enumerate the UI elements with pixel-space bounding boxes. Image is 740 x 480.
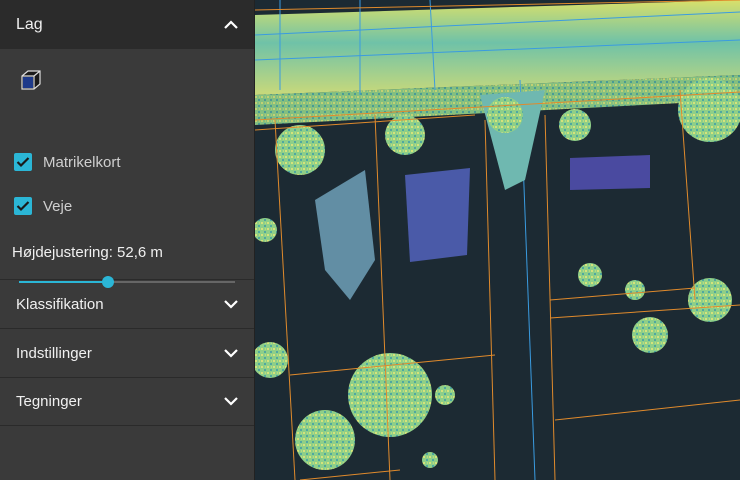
roof-house-right (570, 155, 650, 190)
roof-house-center (405, 168, 470, 262)
veje-checkbox[interactable] (14, 197, 32, 215)
section-label: Klassifikation (16, 295, 104, 313)
layer-matrikelkort[interactable]: Matrikelkort (14, 153, 121, 171)
section-label: Indstillinger (16, 344, 92, 362)
layer-veje[interactable]: Veje (14, 197, 72, 215)
slider-fill (19, 281, 108, 283)
matrikelkort-checkbox[interactable] (14, 153, 32, 171)
chevron-down-icon[interactable] (224, 346, 238, 360)
chevron-down-icon[interactable] (224, 395, 238, 409)
section-indstillinger[interactable]: Indstillinger (0, 328, 254, 377)
layers-title: Lag (16, 15, 43, 33)
chevron-down-icon[interactable] (224, 297, 238, 311)
veje-label: Veje (43, 197, 73, 215)
layers-section-header[interactable]: Lag (0, 0, 254, 49)
layers-body: Matrikelkort Veje Højdejustering: 52,6 m (0, 49, 254, 288)
cube-icon[interactable] (20, 69, 42, 91)
matrikelkort-label: Matrikelkort (43, 153, 121, 171)
slider-thumb[interactable] (101, 276, 114, 288)
point-cloud-map[interactable] (255, 0, 740, 480)
layers-panel: Lag Matrikelkort Veje Højdejustering: 52… (0, 0, 255, 480)
section-tegninger[interactable]: Tegninger (0, 377, 254, 426)
height-adjust-label: Højdejustering: 52,6 m (12, 244, 163, 261)
section-label: Tegninger (16, 393, 82, 410)
height-adjust-slider[interactable] (19, 275, 235, 289)
chevron-up-icon[interactable] (224, 18, 238, 32)
